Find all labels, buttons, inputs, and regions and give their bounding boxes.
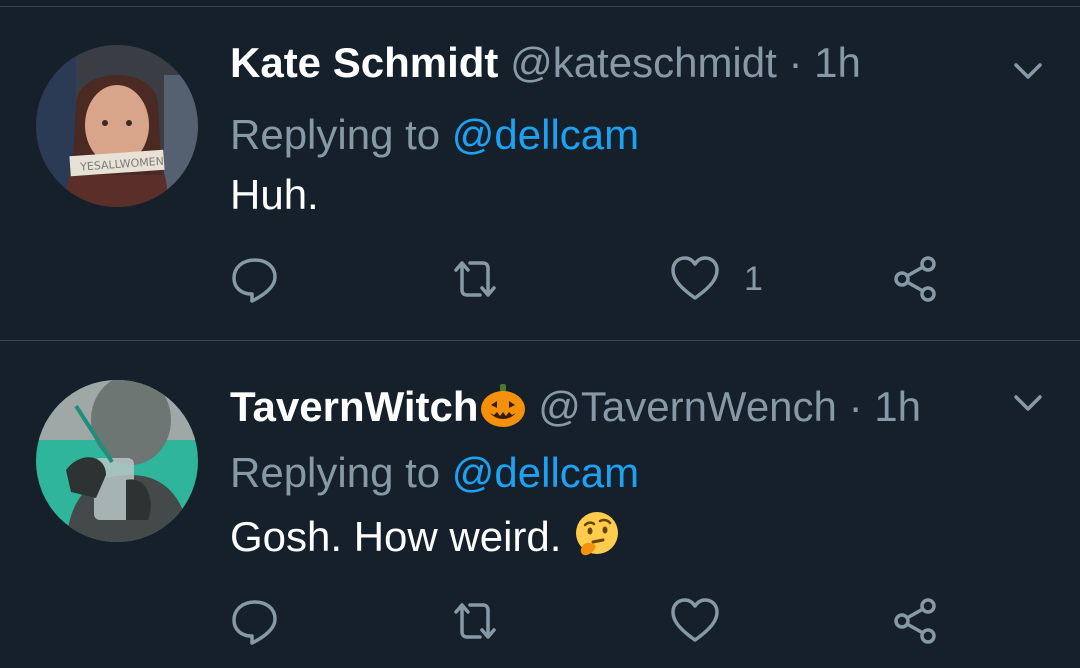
- replying-label: Replying to: [230, 449, 441, 496]
- avatar-photo: [36, 380, 198, 542]
- separator: ·: [848, 383, 863, 430]
- share-icon: [894, 256, 936, 302]
- display-name[interactable]: Kate Schmidt: [230, 39, 498, 86]
- replying-label: Replying to: [230, 111, 441, 158]
- display-name[interactable]: TavernWitch: [230, 383, 479, 430]
- user-handle[interactable]: @TavernWench: [538, 383, 837, 430]
- replying-to-line: Replying to @dellcam: [230, 111, 639, 159]
- tweet-text: Huh.: [230, 171, 319, 218]
- avatar-photo: YESALLWOMEN: [36, 45, 198, 207]
- share-button[interactable]: [888, 593, 942, 649]
- tweet[interactable]: YESALLWOMEN Kate Schmidt @kateschmidt · …: [0, 7, 1080, 341]
- heart-icon: [671, 598, 719, 642]
- replying-mention[interactable]: @dellcam: [452, 111, 639, 158]
- like-button[interactable]: 1: [668, 251, 763, 307]
- like-count: 1: [744, 259, 763, 298]
- thinking-face-icon: [576, 512, 619, 556]
- tweet-text-container: Gosh. How weird.: [230, 509, 623, 561]
- share-icon: [894, 598, 936, 644]
- reply-button[interactable]: [228, 593, 282, 649]
- like-button[interactable]: [668, 593, 744, 649]
- retweet-button[interactable]: [448, 251, 502, 307]
- tweet[interactable]: TavernWitch @TavernWench · 1h Replying t…: [0, 341, 1080, 668]
- top-divider: [0, 0, 1080, 7]
- avatar[interactable]: [36, 380, 198, 542]
- share-button[interactable]: [888, 251, 942, 307]
- timestamp[interactable]: 1h: [814, 39, 861, 86]
- heart-icon: [671, 256, 719, 300]
- reply-icon: [232, 258, 277, 303]
- chevron-down-icon[interactable]: [1010, 385, 1046, 421]
- jack-o-lantern-icon: [480, 384, 525, 427]
- reply-icon: [232, 600, 277, 645]
- tweet-text: Gosh. How weird.: [230, 513, 562, 560]
- reply-button[interactable]: [228, 251, 282, 307]
- tweet-header: TavernWitch @TavernWench · 1h: [230, 381, 921, 431]
- timestamp[interactable]: 1h: [874, 383, 921, 430]
- tweet-header: Kate Schmidt @kateschmidt · 1h: [230, 39, 861, 87]
- retweet-button[interactable]: [448, 593, 502, 649]
- replying-mention[interactable]: @dellcam: [452, 449, 639, 496]
- retweet-icon: [454, 603, 496, 639]
- avatar[interactable]: YESALLWOMEN: [36, 45, 198, 207]
- chevron-down-icon[interactable]: [1010, 53, 1046, 89]
- separator: ·: [788, 39, 803, 86]
- user-handle[interactable]: @kateschmidt: [510, 39, 777, 86]
- retweet-icon: [454, 261, 496, 297]
- replying-to-line: Replying to @dellcam: [230, 449, 639, 497]
